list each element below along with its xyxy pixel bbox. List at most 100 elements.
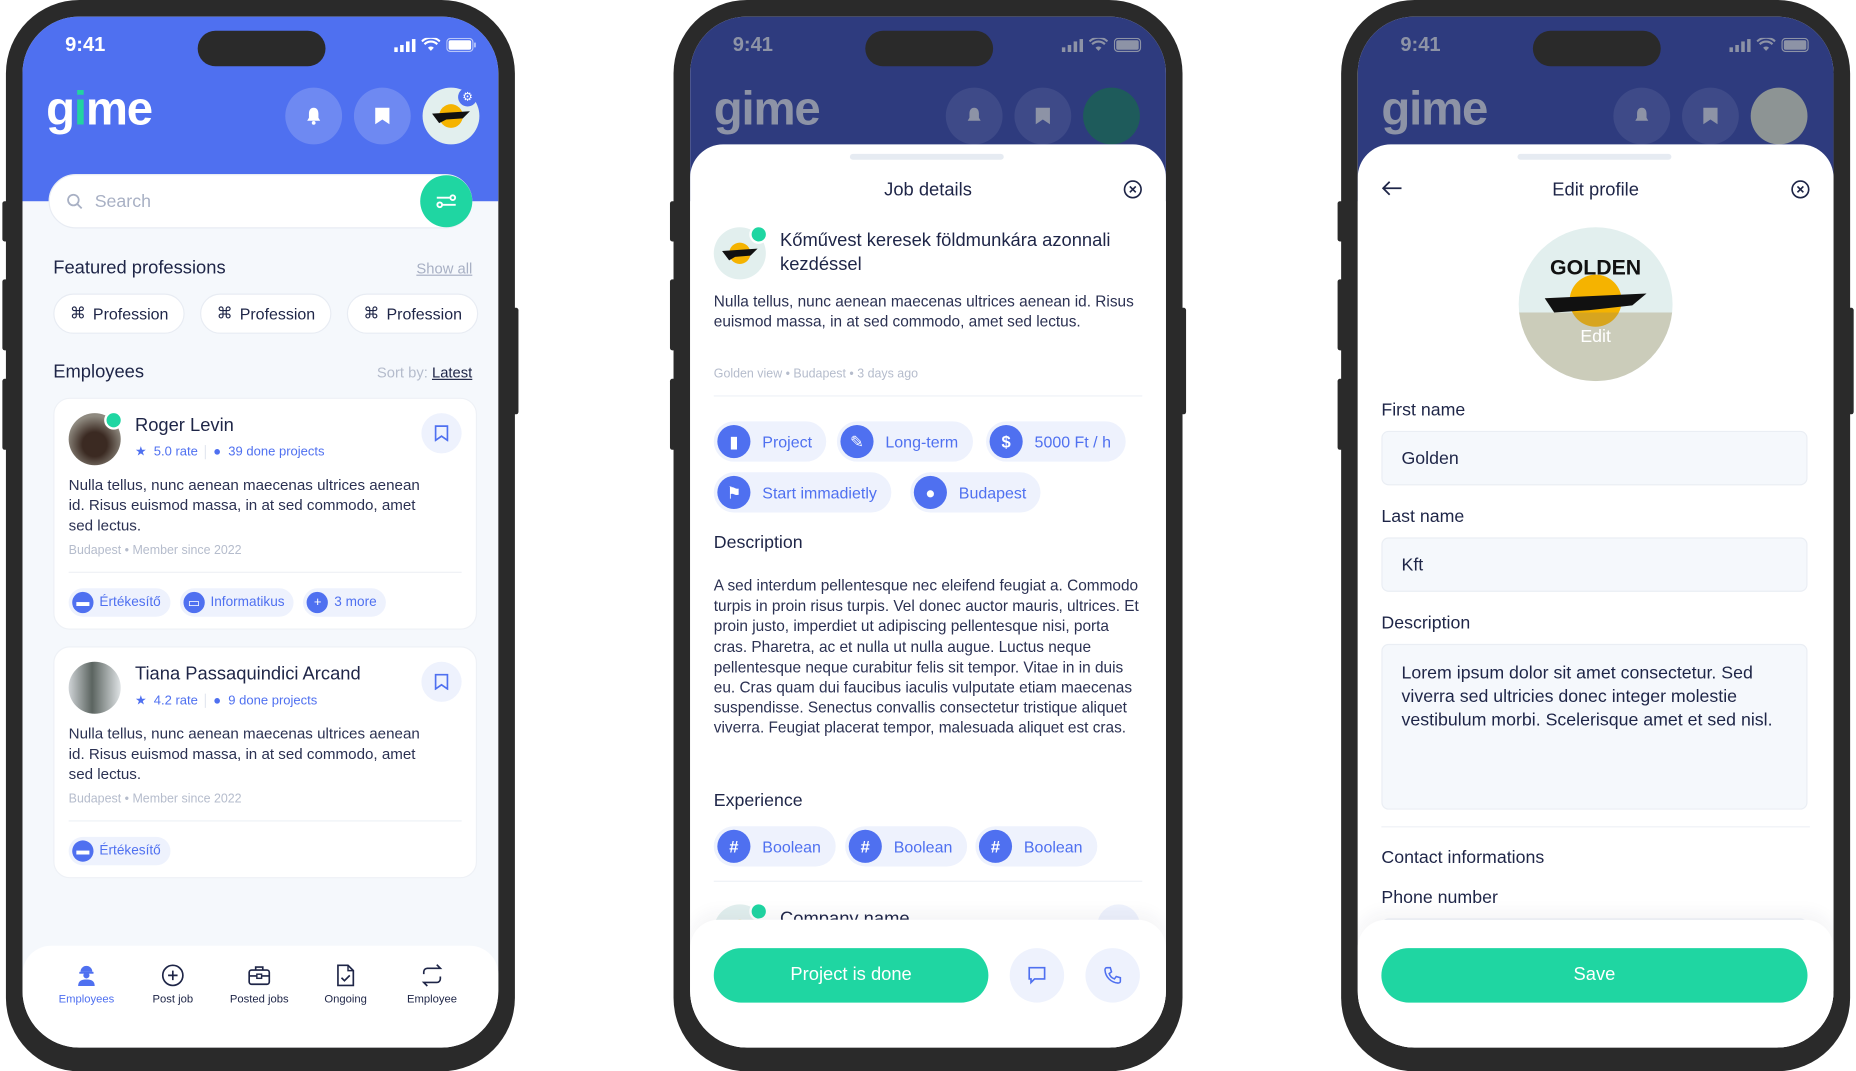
document-icon: ▮ (717, 424, 751, 459)
job-company: Golden view (713, 366, 783, 382)
gime-logo: gime (714, 83, 821, 136)
verified-shield-icon (749, 224, 769, 244)
job-summary: Nulla tellus, nunc aenean maecenas ultri… (713, 292, 1134, 331)
profession-tag[interactable]: ▬ Értékesítő (68, 836, 171, 866)
flag-icon: ⚑ (717, 475, 751, 509)
notifications-button[interactable] (285, 87, 343, 145)
sort-control[interactable]: Sort by: Latest (377, 365, 472, 382)
job-title: Kőművest keresek földmunkára azonnali ke… (780, 230, 1111, 275)
chip-label: Profession (386, 304, 462, 323)
sort-value[interactable]: Latest (432, 365, 472, 382)
search-input[interactable]: Search (48, 174, 473, 229)
chat-icon (1028, 966, 1046, 985)
side-button (669, 201, 676, 242)
settings-badge[interactable]: ⚙ (458, 87, 478, 107)
bookmark-button[interactable] (421, 413, 462, 454)
profession-chip[interactable]: ⌘ Profession (53, 293, 186, 334)
job-tag-location: ● Budapest (910, 472, 1041, 513)
employee-description: Nulla tellus, nunc aenean maecenas ultri… (68, 475, 420, 534)
description-textarea[interactable]: Lorem ipsum dolor sit amet consectetur. … (1381, 643, 1808, 810)
call-button[interactable] (1085, 948, 1140, 1003)
job-meta: Golden view • Budapest • 3 days ago (713, 366, 919, 382)
side-button (1337, 378, 1344, 450)
employee-rate: 4.2 rate (153, 693, 198, 708)
wifi-icon (421, 37, 441, 51)
message-button[interactable] (1009, 948, 1065, 1003)
divider (68, 820, 462, 822)
nav-ongoing[interactable]: Ongoing (303, 962, 388, 1006)
nav-posted-jobs[interactable]: Posted jobs (217, 962, 302, 1006)
side-button (512, 307, 519, 415)
employee-card[interactable]: Tiana Passaquindici Arcand ★ 4.2 rate ● 9 … (53, 646, 478, 879)
profession-tag[interactable]: ▬ Értékesítő (68, 588, 171, 617)
side-button (669, 378, 676, 450)
golden-logo-icon: GOLDEN (1518, 256, 1673, 382)
edit-profile-screen: 9:41 gime Edit profile GOLDEN Edit First… (1357, 16, 1834, 1048)
status-time: 9:41 (1400, 33, 1441, 56)
hashtag-icon: # (848, 829, 882, 863)
bottom-navigation: Employees Post job Posted jobs Ongoing E… (22, 945, 499, 1048)
sheet-grabber[interactable] (849, 153, 1004, 160)
side-button (1337, 279, 1344, 351)
location-pin-icon: ● (913, 475, 947, 509)
star-icon: ★ (134, 693, 147, 708)
profile-picture-editor[interactable]: GOLDEN Edit (1518, 227, 1673, 382)
divider (713, 395, 1143, 397)
phone-home: 9:41 gime ⚙ Search Featured professions … (2, 0, 519, 1071)
monitor-icon: ▭ (183, 591, 205, 614)
save-button[interactable]: Save (1381, 948, 1808, 1003)
bookmark-icon (1035, 107, 1050, 125)
profession-icon: ⌘ (363, 304, 380, 322)
project-done-button[interactable]: Project is done (713, 948, 989, 1003)
last-name-input[interactable]: Kft (1381, 537, 1808, 592)
filter-button[interactable] (420, 175, 473, 228)
saved-button[interactable] (353, 87, 411, 145)
star-icon: ★ (134, 445, 147, 460)
close-button[interactable] (1123, 180, 1142, 205)
employee-description: Nulla tellus, nunc aenean maecenas ultri… (68, 724, 420, 783)
close-button[interactable] (1791, 180, 1810, 205)
first-name-input[interactable]: Golden (1381, 430, 1808, 486)
bookmark-outline-icon (434, 673, 449, 691)
phone-edit-profile: 9:41 gime Edit profile GOLDEN Edit First… (1337, 0, 1854, 1071)
bookmark-icon (1703, 107, 1718, 125)
phone-icon (1104, 966, 1122, 984)
edit-profile-sheet: Edit profile GOLDEN Edit First name Gold… (1357, 144, 1834, 1048)
dynamic-island (197, 30, 326, 67)
gear-icon: ⚙ (462, 90, 473, 104)
sheet-grabber[interactable] (1517, 153, 1672, 160)
signal-icon (1061, 38, 1084, 52)
gime-logo: gime (1381, 83, 1488, 136)
phone-number-label: Phone number (1381, 887, 1498, 908)
bookmark-button[interactable] (421, 661, 462, 702)
employee-location: Budapest (68, 791, 122, 807)
tag-label: Boolean (1023, 837, 1083, 856)
sliders-icon (436, 194, 457, 209)
profession-chip[interactable]: ⌘ Profession (200, 293, 332, 334)
saved-button (1682, 87, 1739, 145)
logo-person-i: i (73, 82, 87, 135)
divider (205, 693, 207, 708)
experience-tag: # Boolean (845, 826, 967, 867)
employee-location: Budapest (68, 543, 122, 558)
employee-card[interactable]: Roger Levin ★ 5.0 rate ● 39 done projects … (53, 397, 478, 630)
mockup-stage: 9:41 gime ⚙ Search Featured professions … (0, 0, 1856, 1071)
briefcase-icon: ▬ (72, 591, 94, 614)
divider (713, 880, 1143, 882)
nav-employees[interactable]: Employees (44, 962, 129, 1006)
employee-tags: ▬ Értékesítő (68, 836, 171, 866)
profession-tag[interactable]: ▭ Informatikus (179, 588, 295, 617)
show-all-link[interactable]: Show all (416, 260, 472, 277)
job-tag-rate: $5000 Ft / h (986, 421, 1126, 462)
experience-heading: Experience (713, 790, 803, 811)
profession-chip[interactable]: ⌘ Profession (346, 293, 479, 334)
battery-icon (446, 37, 476, 53)
more-tags-button[interactable]: +3 more (303, 588, 387, 617)
employee-name: Roger Levin (134, 415, 234, 436)
bell-icon (967, 107, 981, 121)
status-time: 9:41 (65, 33, 106, 56)
nav-employee-switch[interactable]: Employee (389, 962, 474, 1006)
nav-post-job[interactable]: Post job (130, 962, 215, 1006)
employee-name: Tiana Passaquindici Arcand (134, 664, 361, 685)
worker-icon (78, 965, 95, 987)
